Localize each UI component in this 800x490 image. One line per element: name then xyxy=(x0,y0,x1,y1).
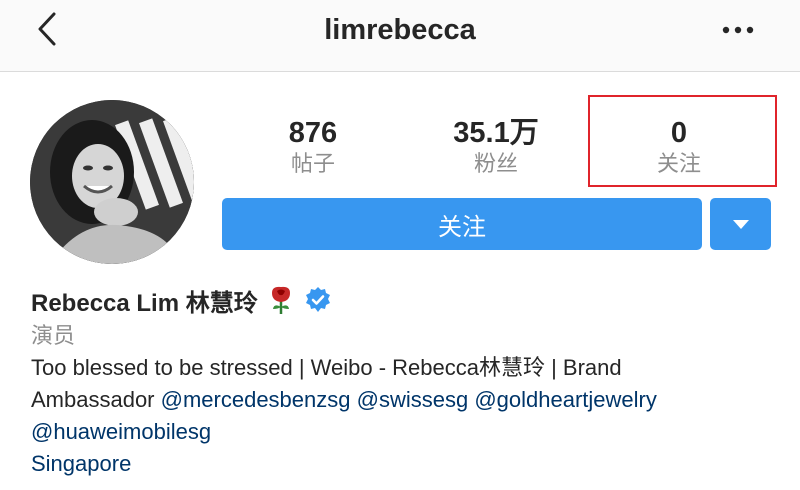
profile-name-row: Rebecca Lim 林慧玲 xyxy=(31,283,332,317)
bio-line-1: Too blessed to be stressed | Weibo - Reb… xyxy=(31,355,622,380)
stat-followers[interactable]: 35.1万 粉丝 xyxy=(406,116,586,178)
avatar[interactable] xyxy=(30,100,194,264)
follow-button-label: 关注 xyxy=(438,213,486,241)
verified-badge-icon xyxy=(305,287,330,312)
followers-label: 粉丝 xyxy=(473,151,518,176)
suggestions-dropdown-button[interactable] xyxy=(710,198,771,250)
posts-count: 876 xyxy=(288,117,338,149)
rose-icon xyxy=(271,286,290,314)
triangle-down-icon xyxy=(732,219,749,229)
top-nav-bar: limrebecca xyxy=(0,0,800,72)
profile-category: 演员 xyxy=(31,323,76,348)
more-dots-icon[interactable] xyxy=(718,18,758,42)
posts-label: 帖子 xyxy=(290,151,335,176)
avatar-image xyxy=(30,100,194,264)
followers-count: 35.1万 xyxy=(453,117,539,149)
following-highlight-box xyxy=(588,95,777,187)
profile-username-title: limrebecca xyxy=(324,14,476,46)
mention-link[interactable]: @huaweimobilesg xyxy=(31,419,211,444)
follow-button[interactable]: 关注 xyxy=(222,198,702,250)
bio-line-3: @huaweimobilesg xyxy=(31,416,771,448)
mention-link[interactable]: @mercedesbenzsg xyxy=(161,387,351,412)
mention-link[interactable]: @swissesg xyxy=(357,387,469,412)
mention-link[interactable]: @goldheartjewelry xyxy=(474,387,657,412)
profile-name: Rebecca Lim 林慧玲 xyxy=(31,289,258,317)
bio-prefix: Ambassador xyxy=(31,387,161,412)
bio-line-2: Ambassador @mercedesbenzsg @swissesg @go… xyxy=(31,384,771,416)
profile-bio: Too blessed to be stressed | Weibo - Reb… xyxy=(31,352,771,480)
location-link[interactable]: Singapore xyxy=(31,448,771,480)
stat-posts[interactable]: 876 帖子 xyxy=(223,116,403,178)
